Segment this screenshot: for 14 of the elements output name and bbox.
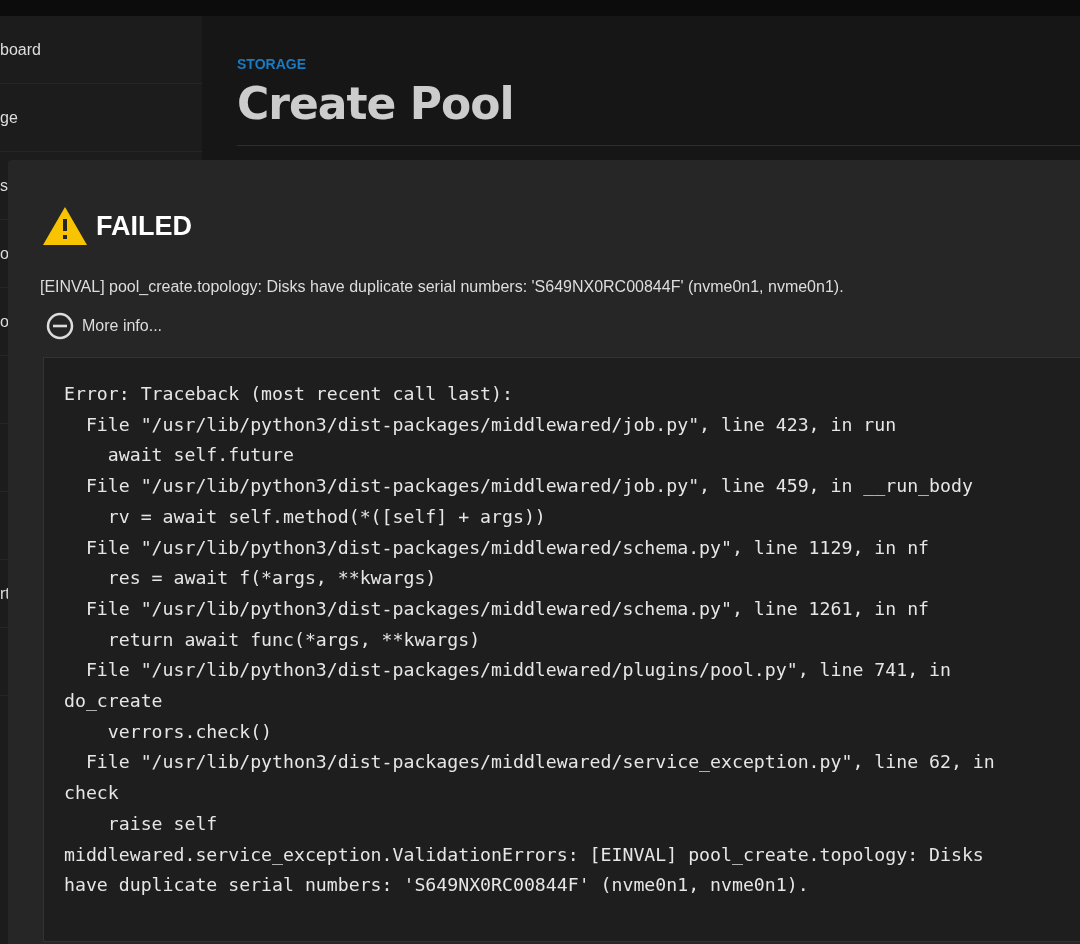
sidebar-item[interactable]: ge (0, 108, 18, 127)
page-title: Create Pool (237, 78, 515, 129)
breadcrumb: STORAGE (237, 56, 307, 72)
more-info-toggle[interactable]: More info... (46, 312, 163, 340)
warning-icon (42, 206, 88, 246)
sidebar-item[interactable]: o (0, 244, 9, 263)
traceback-text: Error: Traceback (most recent call last): File "/usr/lib/python3/dist-packages/middlewared/job.py", line 423, in run await self.future File "/usr/lib/python3/dist-packages/middlewared/job.py", line 459, in __run_body rv = await self.method(*([self] + args)) File "/usr/lib/python3/dist-packages/middlewared/schema.py", line 1129, in nf res = await f(*args, **kwargs) File "/usr/lib/python3/dist-packages/middlewared/schema.py", line 1261, in nf return await func(*args, **kwargs) File "/usr/lib/python3/dist-packages/middlewared/plugins/pool.py", line 741, in do_create verrors.check() File "/usr/lib/python3/dist-packages/middlewared/service_exception.py", line 62, in check raise self middlewared.service_exception.ValidationErrors: [EINVAL] pool_create.topology: Disks have duplicate serial numbers: 'S649NX0RC00844F' (nvme0n1, nvme0n1). (43, 357, 1080, 942)
error-message: [EINVAL] pool_create.topology: Disks have duplicate serial numbers: 'S649NX0RC00844F' (nvme0n1, nvme0n1). (40, 278, 845, 296)
sidebar-item[interactable]: rt (0, 584, 10, 603)
sidebar-item[interactable]: s (0, 176, 8, 195)
sidebar-item[interactable]: o (0, 312, 9, 331)
sidebar-item[interactable]: board (0, 40, 41, 59)
dialog-title: FAILED (96, 210, 192, 242)
minus-circle-icon (46, 312, 74, 340)
